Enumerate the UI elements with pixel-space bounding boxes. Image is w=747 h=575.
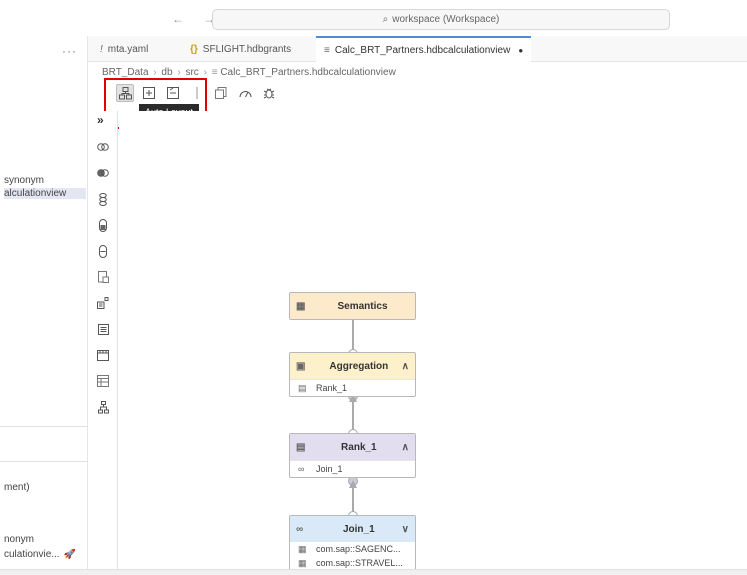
- calc-view-toolbar: [116, 82, 284, 104]
- expand-all-button[interactable]: [140, 84, 158, 102]
- separator-button: [188, 84, 206, 102]
- node-title: Aggregation: [329, 360, 389, 372]
- explorer-item-synonym-2[interactable]: nonym: [4, 534, 86, 545]
- table-icon: ▦: [298, 557, 307, 568]
- union-tool-icon[interactable]: [95, 191, 111, 207]
- modeling-canvas[interactable]: ▦ Semantics ▣ Aggregation ∧ ▤ Rank_1 ▤ R…: [119, 111, 747, 575]
- copy-button[interactable]: [212, 84, 230, 102]
- chevron-down-icon[interactable]: ∨: [402, 524, 409, 535]
- performance-analysis-button[interactable]: [236, 84, 254, 102]
- explorer-item-calculationview[interactable]: alculationview: [4, 188, 86, 199]
- editor-tab-bar: ! mta.yaml {} SFLIGHT.hdbgrants ≡ Calc_B…: [88, 36, 747, 62]
- command-center-search[interactable]: ⌕ workspace (Workspace): [212, 9, 670, 30]
- minus-tool-icon[interactable]: [95, 243, 111, 259]
- breadcrumb-separator: ›: [153, 67, 157, 78]
- join-node[interactable]: ∞ Join_1 ∨ ▦ com.sap::SAGENC... ▦ com.sa…: [289, 515, 416, 571]
- semantics-icon: ▦: [296, 300, 306, 312]
- tab-label: SFLIGHT.hdbgrants: [202, 43, 292, 55]
- rank-icon: ▤: [296, 441, 306, 453]
- collapse-all-button[interactable]: [164, 84, 182, 102]
- status-strip: [0, 569, 747, 575]
- join-tool-icon[interactable]: [95, 139, 111, 155]
- node-title: Semantics: [337, 300, 388, 312]
- file-lines-icon: ≡: [324, 44, 330, 56]
- breadcrumb-separator: ›: [177, 67, 181, 78]
- intersect-tool-icon[interactable]: [95, 217, 111, 233]
- semantics-node-header[interactable]: ▦ Semantics: [290, 293, 415, 319]
- table-function-tool-icon[interactable]: [95, 347, 111, 363]
- chevron-up-icon[interactable]: ∧: [402, 361, 409, 372]
- node-input-row[interactable]: ∞ Join_1: [290, 460, 415, 477]
- non-equi-join-tool-icon[interactable]: [95, 165, 111, 181]
- aggregation-node-header[interactable]: ▣ Aggregation ∧: [290, 353, 415, 379]
- breadcrumb-item[interactable]: Calc_BRT_Partners.hdbcalculationview: [220, 67, 395, 78]
- breadcrumb-item[interactable]: db: [161, 67, 172, 78]
- join-icon: ∞: [296, 523, 304, 535]
- collapse-icon: [167, 87, 179, 99]
- window-function-tool-icon[interactable]: [95, 373, 111, 389]
- debug-button[interactable]: [260, 84, 278, 102]
- node-input-row[interactable]: ▦ com.sap::SAGENC...: [290, 542, 415, 556]
- json-file-icon: {}: [190, 43, 198, 55]
- join-node-header[interactable]: ∞ Join_1 ∨: [290, 516, 415, 542]
- expand-palette-icon[interactable]: »: [97, 113, 104, 127]
- breadcrumb-separator: ›: [203, 67, 207, 78]
- node-title: Join_1: [342, 523, 375, 535]
- copy-icon: [215, 87, 227, 99]
- tab-label: Calc_BRT_Partners.hdbcalculationview: [334, 44, 511, 56]
- tab-calc-brt-partners[interactable]: ≡ Calc_BRT_Partners.hdbcalculationview ●: [316, 36, 532, 62]
- chevron-up-icon[interactable]: ∧: [402, 442, 409, 453]
- breadcrumb: BRT_Data › db › src › ≡ Calc_BRT_Partner…: [102, 67, 396, 78]
- auto-layout-button[interactable]: [116, 84, 134, 102]
- search-icon: ⌕: [382, 14, 389, 25]
- tab-label: mta.yaml: [107, 43, 149, 55]
- explorer-panel: ··· synonym alculationview ment) nonym c…: [0, 36, 88, 575]
- auto-layout-icon: [118, 86, 132, 99]
- node-input-row[interactable]: ▤ Rank_1: [290, 379, 415, 396]
- explorer-divider: [0, 426, 88, 427]
- aggregation-tool-icon[interactable]: [95, 295, 111, 311]
- explorer-divider: [0, 461, 88, 462]
- aggregation-node[interactable]: ▣ Aggregation ∧ ▤ Rank_1: [289, 352, 416, 397]
- title-bar: ← → ⌕ workspace (Workspace): [0, 0, 747, 36]
- deploy-rocket-icon[interactable]: 🚀: [64, 549, 76, 560]
- hierarchy-tool-icon[interactable]: [95, 399, 111, 415]
- more-actions-icon[interactable]: ···: [62, 44, 77, 58]
- explorer-item-calculationview-2[interactable]: culationvie... 🚀: [4, 549, 86, 560]
- yaml-file-icon: !: [100, 43, 103, 55]
- node-input-label: com.sap::SAGENC...: [316, 544, 401, 554]
- rank-node[interactable]: ▤ Rank_1 ∧ ∞ Join_1: [289, 433, 416, 478]
- gauge-icon: [239, 91, 251, 98]
- tab-sflight-hdbgrants[interactable]: {} SFLIGHT.hdbgrants: [182, 36, 299, 62]
- explorer-item-deployment[interactable]: ment): [4, 482, 86, 493]
- node-input-label: Join_1: [316, 464, 343, 474]
- aggregation-icon: ▣: [296, 360, 306, 372]
- unsaved-dot-icon[interactable]: ●: [518, 46, 523, 55]
- node-title: Rank_1: [341, 441, 377, 453]
- graph-tool-icon[interactable]: [95, 269, 111, 285]
- join-icon: ∞: [298, 464, 305, 474]
- tab-mta-yaml[interactable]: ! mta.yaml: [92, 36, 156, 62]
- node-input-label: com.sap::STRAVEL...: [316, 558, 403, 568]
- command-center-label: workspace (Workspace): [392, 14, 500, 25]
- expand-icon: [143, 87, 155, 99]
- toolbar-divider-icon: [196, 87, 198, 99]
- table-icon: ▦: [298, 543, 307, 554]
- breadcrumb-item[interactable]: BRT_Data: [102, 67, 149, 78]
- explorer-item-synonym[interactable]: synonym: [4, 175, 86, 186]
- file-lines-icon: ≡: [211, 67, 218, 78]
- rank-tool-icon[interactable]: [95, 321, 111, 337]
- rank-node-header[interactable]: ▤ Rank_1 ∧: [290, 434, 415, 460]
- node-palette: »: [88, 111, 118, 575]
- bug-icon: [263, 88, 275, 99]
- node-input-label: Rank_1: [316, 383, 348, 393]
- breadcrumb-item[interactable]: src: [185, 67, 198, 78]
- semantics-node[interactable]: ▦ Semantics: [289, 292, 416, 320]
- rank-icon: ▤: [298, 382, 307, 393]
- node-input-row[interactable]: ▦ com.sap::STRAVEL...: [290, 556, 415, 570]
